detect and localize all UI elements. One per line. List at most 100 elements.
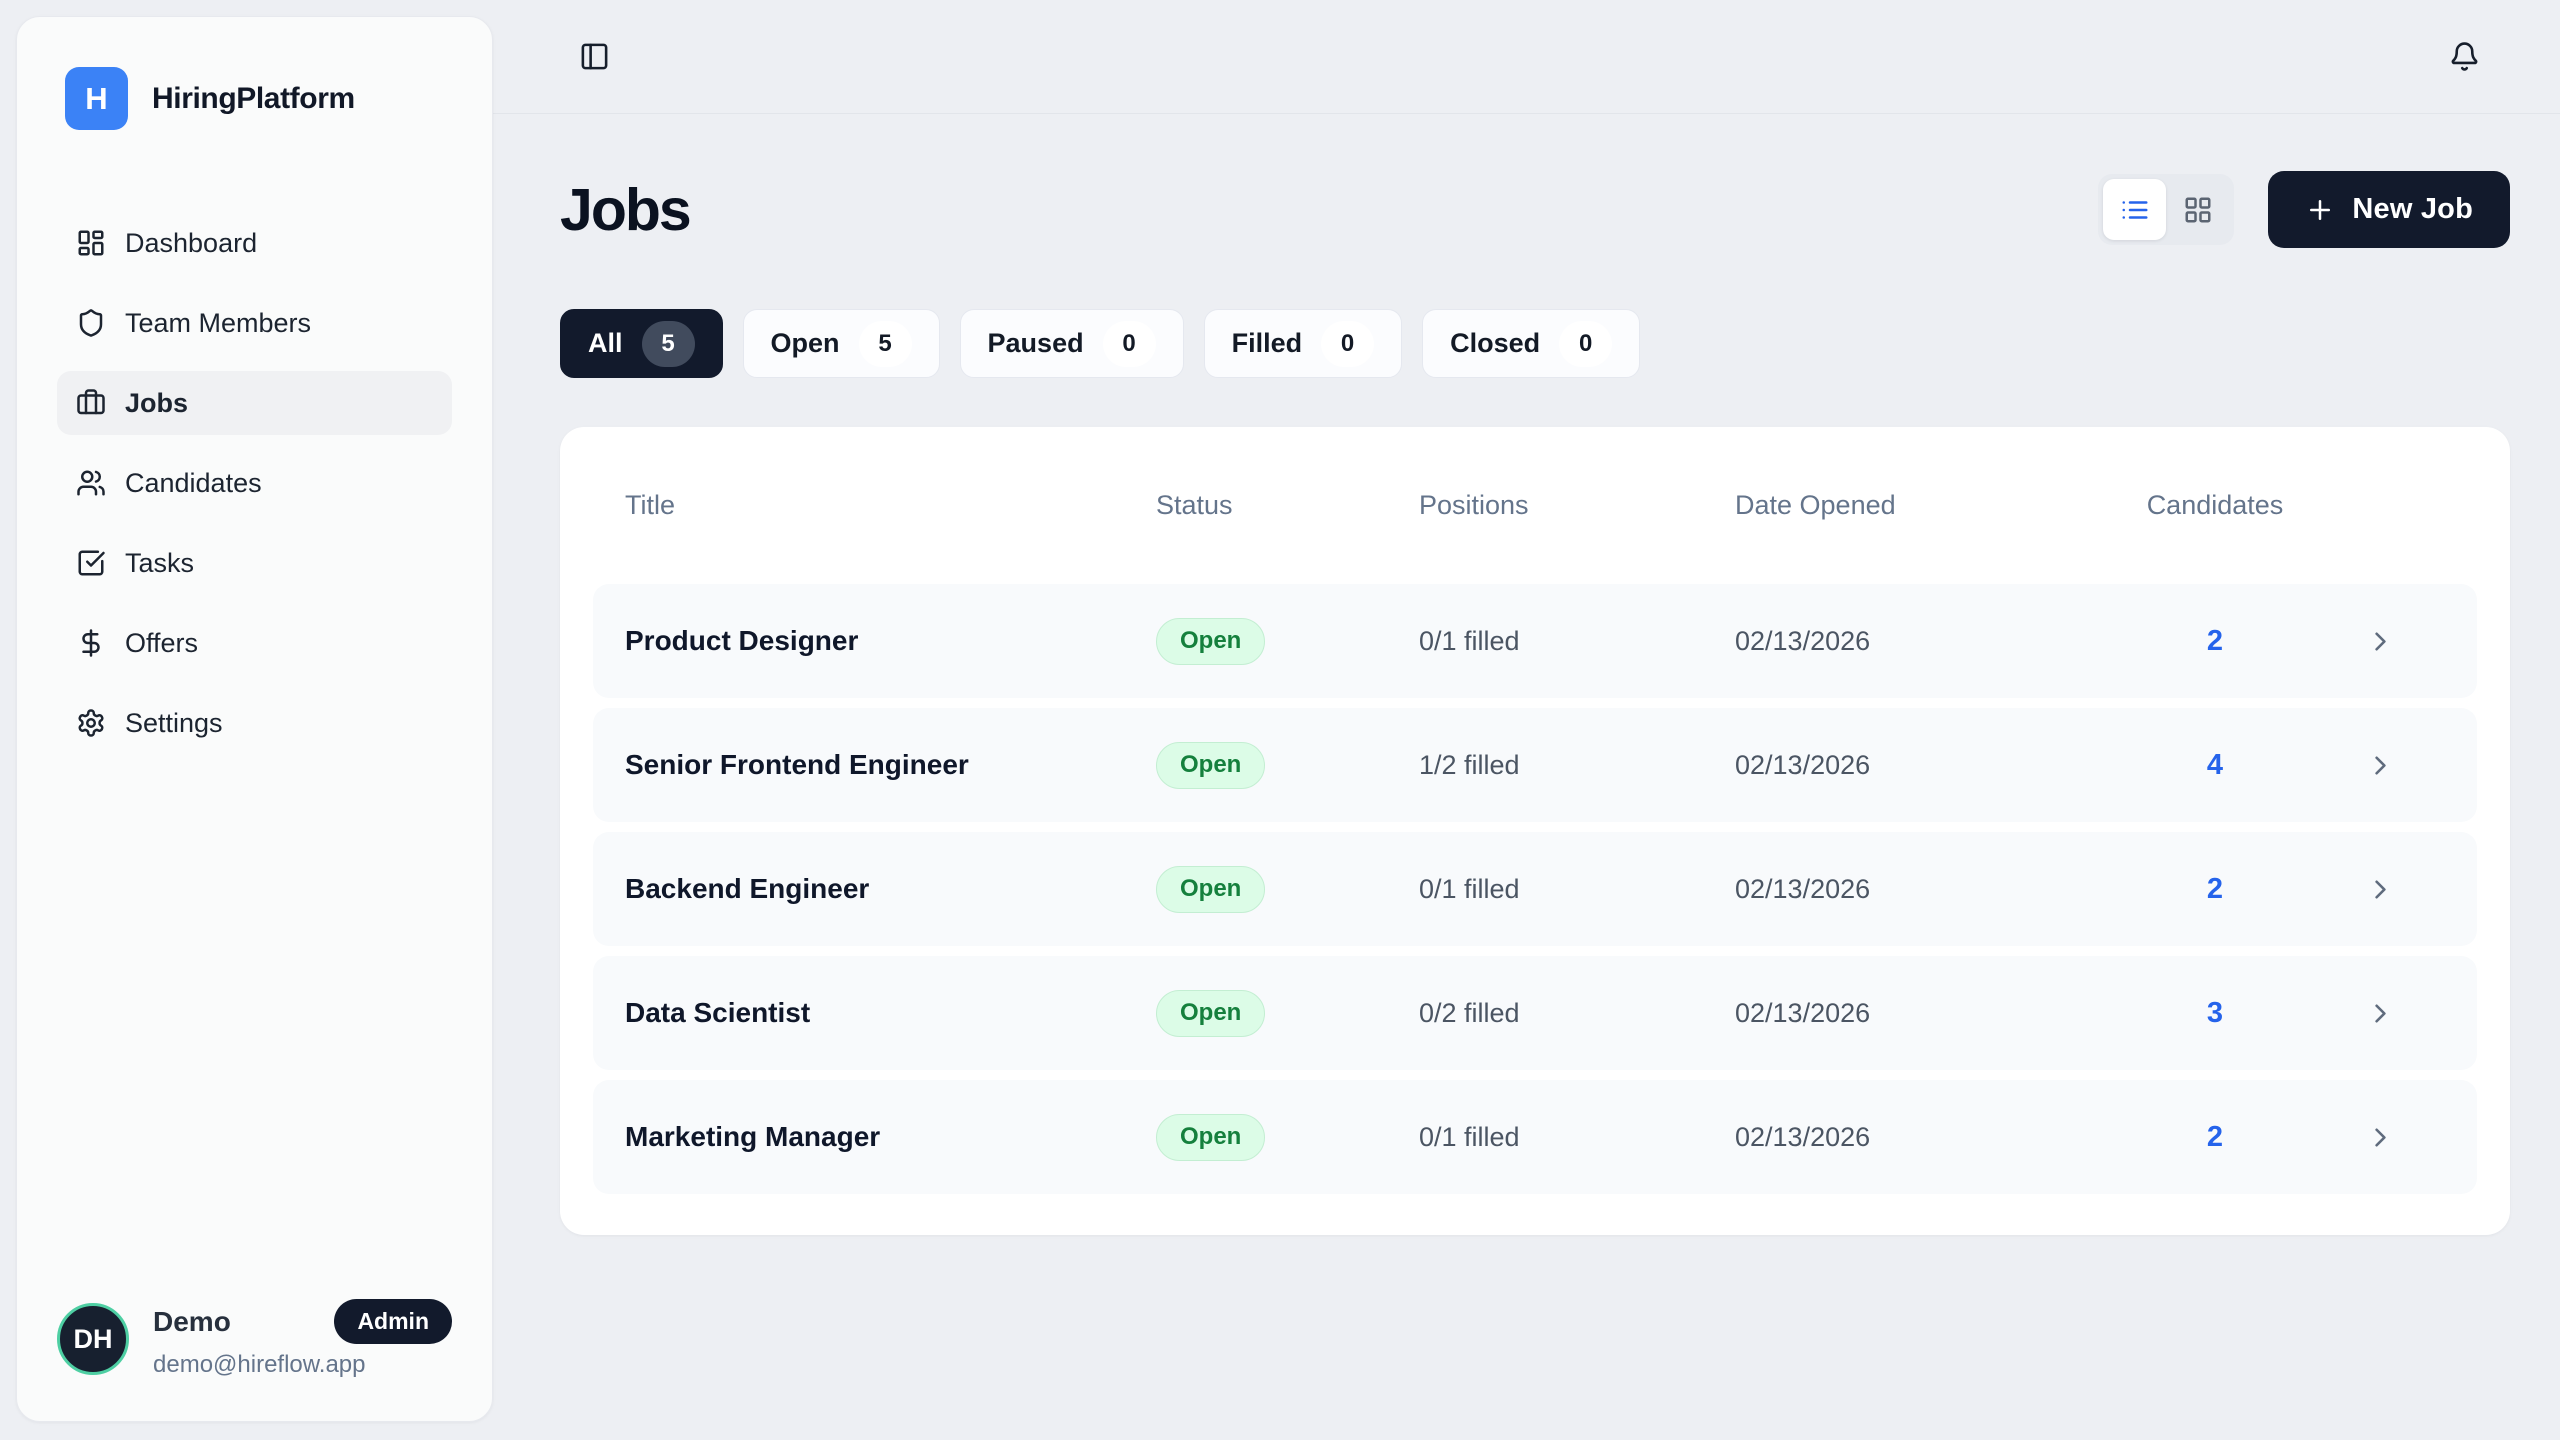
job-date-opened: 02/13/2026 xyxy=(1735,1122,2115,1153)
briefcase-icon xyxy=(76,388,106,418)
job-row[interactable]: Product DesignerOpen0/1 filled02/13/2026… xyxy=(593,584,2477,698)
topbar xyxy=(493,0,2560,114)
page-title: Jobs xyxy=(560,176,690,244)
list-icon xyxy=(2120,195,2150,225)
sidebar-item-label: Jobs xyxy=(125,388,188,419)
filter-label: Closed xyxy=(1450,328,1540,359)
status-badge: Open xyxy=(1156,742,1265,789)
job-positions: 0/1 filled xyxy=(1419,626,1735,657)
job-title: Data Scientist xyxy=(625,997,1156,1029)
sidebar-item-team-members[interactable]: Team Members xyxy=(57,291,452,355)
view-grid-button[interactable] xyxy=(2166,179,2229,240)
user-card[interactable]: DH Demo Admin demo@hireflow.app xyxy=(57,1299,452,1379)
view-list-button[interactable] xyxy=(2103,179,2166,240)
new-job-label: New Job xyxy=(2352,193,2473,226)
sidebar-item-settings[interactable]: Settings xyxy=(57,691,452,755)
shield-icon xyxy=(76,308,106,338)
sidebar-item-label: Tasks xyxy=(125,548,194,579)
chevron-right-icon xyxy=(2365,874,2396,905)
filter-closed[interactable]: Closed 0 xyxy=(1422,309,1640,378)
sidebar-item-label: Settings xyxy=(125,708,223,739)
sidebar-item-jobs[interactable]: Jobs xyxy=(57,371,452,435)
filter-label: Open xyxy=(771,328,840,359)
filter-filled[interactable]: Filled 0 xyxy=(1204,309,1403,378)
sidebar-item-dashboard[interactable]: Dashboard xyxy=(57,211,452,275)
user-info: Demo Admin demo@hireflow.app xyxy=(153,1299,452,1379)
job-status-cell: Open xyxy=(1156,866,1419,913)
user-email: demo@hireflow.app xyxy=(153,1351,452,1379)
sidebar-item-label: Offers xyxy=(125,628,198,659)
sidebar: H HiringPlatform Dashboard Team Members Jo… xyxy=(16,16,493,1422)
filter-count: 5 xyxy=(859,321,912,367)
filter-count: 0 xyxy=(1321,321,1374,367)
user-name: Demo xyxy=(153,1306,231,1338)
new-job-button[interactable]: New Job xyxy=(2268,171,2510,248)
jobs-table: TitleStatusPositionsDate OpenedCandidate… xyxy=(560,427,2510,1235)
filter-paused[interactable]: Paused 0 xyxy=(960,309,1184,378)
job-row-chevron[interactable] xyxy=(2315,1122,2445,1153)
job-candidates-count[interactable]: 2 xyxy=(2115,1121,2315,1154)
job-row[interactable]: Senior Frontend EngineerOpen 1/2 filled02… xyxy=(593,708,2477,822)
filter-label: Filled xyxy=(1232,328,1303,359)
filter-open[interactable]: Open 5 xyxy=(743,309,940,378)
content: Jobs New Job All5Open5Paused0Filled0Clos… xyxy=(493,114,2560,1235)
filter-count: 0 xyxy=(1103,321,1156,367)
chevron-right-icon xyxy=(2365,626,2396,657)
job-date-opened: 02/13/2026 xyxy=(1735,750,2115,781)
job-row-chevron[interactable] xyxy=(2315,626,2445,657)
job-candidates-count[interactable]: 3 xyxy=(2115,997,2315,1030)
status-filters: All5 Open 5 Paused 0 Filled 0 Closed 0 xyxy=(560,309,2510,378)
avatar: DH xyxy=(57,1303,129,1375)
job-row[interactable]: Marketing ManagerOpen 0/1 filled02/13/202… xyxy=(593,1080,2477,1194)
job-candidates-count[interactable]: 2 xyxy=(2115,625,2315,658)
plus-icon xyxy=(2305,195,2335,225)
chevron-right-icon xyxy=(2365,1122,2396,1153)
status-badge: Open xyxy=(1156,990,1265,1037)
brand-logo-icon: H xyxy=(65,67,128,130)
job-title: Senior Frontend Engineer xyxy=(625,749,1156,781)
column-header-positions: Positions xyxy=(1419,490,1735,521)
column-header-title: Title xyxy=(625,490,1156,521)
status-badge: Open xyxy=(1156,866,1265,913)
job-positions: 0/1 filled xyxy=(1419,1122,1735,1153)
brand: H HiringPlatform xyxy=(57,67,452,130)
filter-label: All xyxy=(588,328,623,359)
grid-icon xyxy=(2183,195,2213,225)
sidebar-item-tasks[interactable]: Tasks xyxy=(57,531,452,595)
job-status-cell: Open xyxy=(1156,742,1419,789)
job-date-opened: 02/13/2026 xyxy=(1735,998,2115,1029)
job-date-opened: 02/13/2026 xyxy=(1735,626,2115,657)
notifications-button[interactable] xyxy=(2443,35,2486,78)
filter-label: Paused xyxy=(988,328,1084,359)
gear-icon xyxy=(76,708,106,738)
sidebar-item-label: Candidates xyxy=(125,468,262,499)
brand-name: HiringPlatform xyxy=(152,82,355,116)
sidebar-nav: Dashboard Team Members Jobs Candidates Tasks… xyxy=(57,211,452,755)
panel-left-icon xyxy=(579,41,610,72)
job-candidates-count[interactable]: 4 xyxy=(2115,749,2315,782)
job-status-cell: Open xyxy=(1156,990,1419,1037)
column-header-status: Status xyxy=(1156,490,1419,521)
job-row[interactable]: Data ScientistOpen0/2 filled02/13/20263 xyxy=(593,956,2477,1070)
chevron-right-icon xyxy=(2365,998,2396,1029)
filter-count: 0 xyxy=(1559,321,1612,367)
role-badge: Admin xyxy=(334,1299,452,1344)
job-candidates-count[interactable]: 2 xyxy=(2115,873,2315,906)
status-badge: Open xyxy=(1156,1114,1265,1161)
status-badge: Open xyxy=(1156,618,1265,665)
job-title: Marketing Manager xyxy=(625,1121,1156,1153)
sidebar-item-offers[interactable]: Offers xyxy=(57,611,452,675)
sidebar-item-candidates[interactable]: Candidates xyxy=(57,451,452,515)
filter-all[interactable]: All5 xyxy=(560,309,723,378)
job-row[interactable]: Backend EngineerOpen0/1 filled02/13/2026… xyxy=(593,832,2477,946)
dollar-icon xyxy=(76,628,106,658)
page-head: Jobs New Job xyxy=(560,171,2510,248)
sidebar-item-label: Team Members xyxy=(125,308,311,339)
square-check-icon xyxy=(76,548,106,578)
sidebar-toggle-button[interactable] xyxy=(573,35,616,78)
job-positions: 1/2 filled xyxy=(1419,750,1735,781)
job-row-chevron[interactable] xyxy=(2315,998,2445,1029)
job-row-chevron[interactable] xyxy=(2315,874,2445,905)
job-row-chevron[interactable] xyxy=(2315,750,2445,781)
job-status-cell: Open xyxy=(1156,1114,1419,1161)
